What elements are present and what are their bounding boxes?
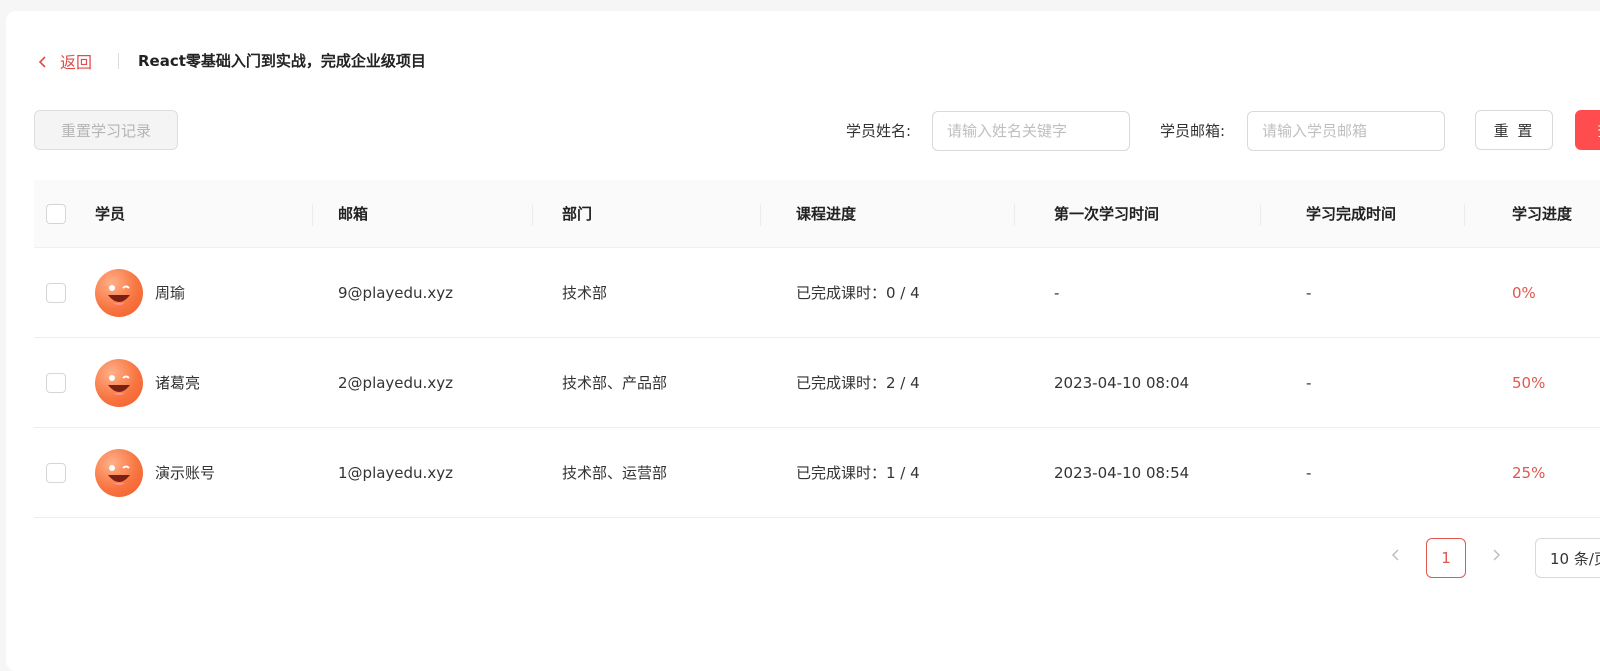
complete-time: - (1306, 373, 1312, 392)
complete-time: - (1306, 463, 1312, 482)
email-search-input[interactable] (1247, 111, 1445, 151)
course-progress: 已完成课时：1 / 4 (796, 464, 920, 482)
students-table: 学员 邮箱 部门 课程进度 第一次学习时间 学习完成时间 学习进度 周瑜 9@p… (34, 180, 1600, 518)
first-study-time: 2023-04-10 08:04 (1054, 373, 1190, 392)
page-title: React零基础入门到实战，完成企业级项目 (138, 52, 426, 70)
first-study-time: - (1054, 283, 1060, 302)
course-progress: 已完成课时：2 / 4 (796, 374, 920, 392)
avatar (95, 268, 143, 317)
study-progress: 25% (1512, 463, 1546, 482)
email-filter-label: 学员邮箱: (1160, 122, 1226, 140)
row-checkbox[interactable] (46, 282, 66, 303)
column-divider (760, 204, 761, 226)
prev-page-button[interactable] (1386, 545, 1406, 565)
study-progress: 0% (1512, 283, 1536, 302)
student-dept: 技术部、运营部 (562, 464, 668, 482)
avatar (95, 448, 143, 497)
column-divider (1014, 204, 1015, 226)
student-email: 2@playedu.xyz (338, 373, 453, 392)
student-dept: 技术部、产品部 (562, 374, 668, 392)
first-study-time: 2023-04-10 08:54 (1054, 463, 1190, 482)
row-checkbox[interactable] (46, 462, 66, 483)
column-header-first-study: 第一次学习时间 (1054, 205, 1160, 223)
course-progress: 已完成课时：0 / 4 (796, 284, 920, 302)
complete-time: - (1306, 283, 1312, 302)
header-divider (118, 53, 119, 69)
column-header-complete-time: 学习完成时间 (1306, 205, 1397, 223)
column-header-email: 邮箱 (338, 205, 369, 223)
page-size-select[interactable]: 10 条/页 (1535, 538, 1600, 578)
row-checkbox[interactable] (46, 372, 66, 393)
back-button[interactable]: 返回 (36, 50, 92, 72)
student-dept: 技术部 (562, 284, 608, 302)
column-divider (532, 204, 533, 226)
student-email: 1@playedu.xyz (338, 463, 453, 482)
chevron-right-icon (1493, 549, 1501, 561)
next-page-button[interactable] (1486, 545, 1506, 565)
back-label: 返回 (60, 53, 93, 72)
student-name: 周瑜 (155, 284, 186, 302)
table-row: 周瑜 9@playedu.xyz 技术部 已完成课时：0 / 4 - - 0% (34, 248, 1600, 338)
student-email: 9@playedu.xyz (338, 283, 453, 302)
column-header-student: 学员 (95, 205, 126, 223)
table-row: 演示账号 1@playedu.xyz 技术部、运营部 已完成课时：1 / 4 2… (34, 428, 1600, 518)
column-header-study-progress: 学习进度 (1512, 205, 1573, 223)
page-number-current[interactable]: 1 (1426, 538, 1466, 578)
student-name: 诸葛亮 (155, 374, 201, 392)
table-row: 诸葛亮 2@playedu.xyz 技术部、产品部 已完成课时：2 / 4 20… (34, 338, 1600, 428)
name-filter-label: 学员姓名: (846, 122, 912, 140)
avatar (95, 358, 143, 407)
study-progress: 50% (1512, 373, 1546, 392)
chevron-left-icon (1391, 549, 1399, 561)
select-all-checkbox[interactable] (46, 203, 66, 224)
search-button[interactable]: 查 (1575, 110, 1600, 150)
column-header-dept: 部门 (562, 205, 593, 223)
student-name: 演示账号 (155, 464, 216, 482)
chevron-left-icon (36, 54, 50, 68)
reset-record-button[interactable]: 重置学习记录 (34, 110, 178, 150)
column-divider (1260, 204, 1261, 226)
column-divider (312, 204, 313, 226)
column-header-course-progress: 课程进度 (796, 205, 857, 223)
name-search-input[interactable] (932, 111, 1130, 151)
column-divider (1464, 204, 1465, 226)
reset-button[interactable]: 重 置 (1475, 110, 1553, 150)
table-header: 学员 邮箱 部门 课程进度 第一次学习时间 学习完成时间 学习进度 (34, 180, 1600, 248)
